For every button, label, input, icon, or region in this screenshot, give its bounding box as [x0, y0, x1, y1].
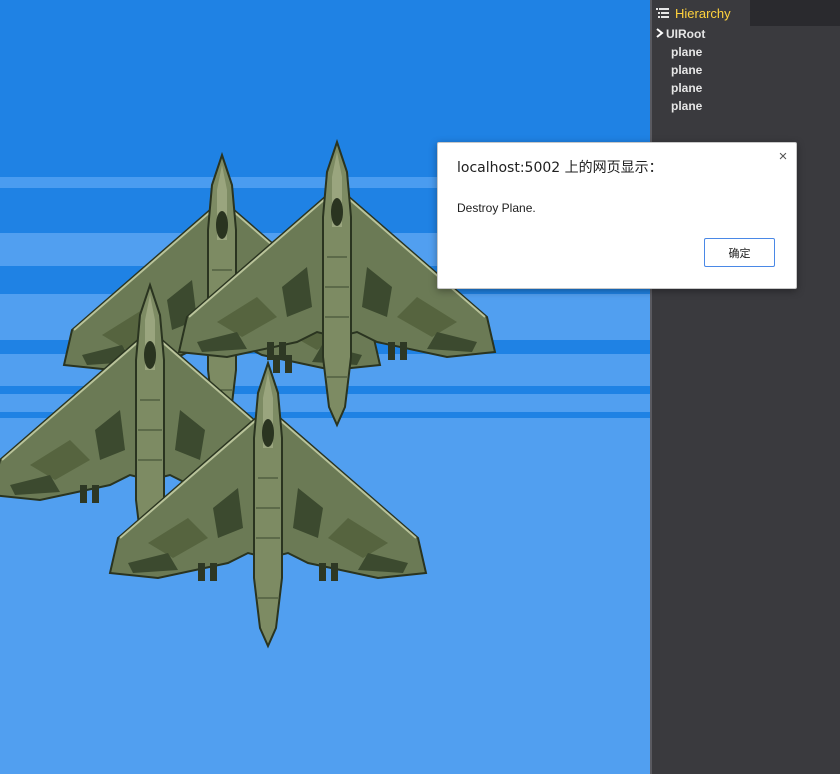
list-tree-icon: [656, 4, 669, 23]
tree-item-plane[interactable]: plane: [671, 97, 702, 115]
alert-message: Destroy Plane.: [457, 201, 536, 215]
tree-item-label: UIRoot: [666, 27, 706, 41]
tab-label: Hierarchy: [675, 5, 731, 21]
planes-layer: [0, 141, 496, 647]
hierarchy-tab-bar: Hierarchy: [652, 0, 840, 26]
tree-item-plane[interactable]: plane: [671, 79, 702, 97]
tree-item-plane[interactable]: plane: [671, 43, 702, 61]
tree-item-uiroot[interactable]: UIRoot: [656, 25, 705, 43]
close-icon[interactable]: ×: [775, 149, 791, 165]
tree-item-label: plane: [671, 99, 703, 113]
chevron-right-icon[interactable]: [656, 26, 666, 44]
tab-hierarchy[interactable]: Hierarchy: [652, 0, 750, 26]
tree-item-label: plane: [671, 63, 703, 77]
alert-title: localhost:5002 上的网页显示：: [457, 160, 663, 176]
alert-dialog: localhost:5002 上的网页显示： × Destroy Plane. …: [437, 142, 797, 289]
game-canvas[interactable]: [0, 0, 650, 774]
tree-item-label: plane: [671, 81, 703, 95]
tree-item-plane[interactable]: plane: [671, 61, 702, 79]
ok-button[interactable]: 确定: [704, 238, 775, 267]
hierarchy-panel: Hierarchy UIRoot plane plane plane plane: [652, 0, 840, 774]
tree-item-label: plane: [671, 45, 703, 59]
